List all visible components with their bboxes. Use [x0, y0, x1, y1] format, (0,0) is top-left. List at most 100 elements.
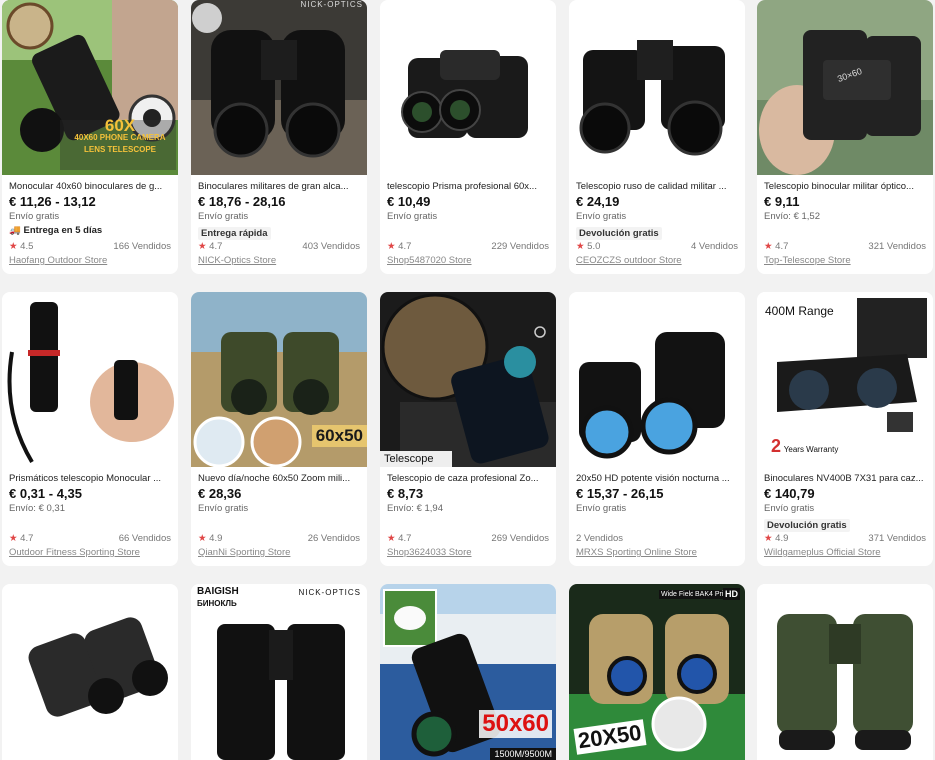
sold-count: 321 Vendidos [868, 241, 926, 252]
product-image[interactable]: Telescope [380, 292, 556, 467]
product-title[interactable]: Telescopio de caza profesional Zo... [387, 472, 549, 485]
store-link[interactable]: Haofang Outdoor Store [9, 255, 171, 266]
image-caption: Telescope [384, 453, 434, 465]
store-link[interactable]: NICK-Optics Store [198, 255, 360, 266]
product-title[interactable]: Telescopio binocular militar óptico... [764, 180, 926, 193]
image-caption: 1500M/9500M [490, 748, 556, 760]
star-icon: ★ [9, 241, 18, 252]
product-card[interactable]: BAIGISH БИНОКЛЬ NICK-OPTICS [191, 584, 367, 760]
product-title[interactable]: Binoculares NV400B 7X31 para caz... [764, 472, 926, 485]
store-link[interactable]: Top-Telescope Store [764, 255, 926, 266]
product-card[interactable] [757, 584, 933, 760]
sold-count: 26 Vendidos [307, 533, 360, 544]
product-image[interactable]: Wide Field BAK4 Prism HD 20X50 [569, 584, 745, 760]
product-image[interactable]: BAIGISH БИНОКЛЬ NICK-OPTICS [191, 584, 367, 760]
image-caption: 40X60 PHONE CAMERA [74, 133, 166, 142]
delivery-info: Entrega en 5 días [23, 225, 103, 236]
product-image[interactable]: 400M Range 2 Years Warranty [757, 292, 933, 467]
product-card[interactable]: 20x50 HD potente visión nocturna ... € 1… [569, 292, 745, 566]
product-title[interactable]: Prismáticos telescopio Monocular ... [9, 472, 171, 485]
product-image[interactable] [757, 584, 933, 760]
shipping-info: Envío: € 0,31 [9, 503, 65, 514]
store-link[interactable]: CEOZCZS outdoor Store [576, 255, 738, 266]
rating: 5.0 [587, 241, 601, 252]
return-badge: Devolución gratis [764, 519, 850, 532]
product-title[interactable]: Telescopio ruso de calidad militar ... [576, 180, 738, 193]
product-image[interactable]: 50x60 1500M/9500M [380, 584, 556, 760]
shipping-info: Envío gratis [576, 211, 627, 222]
image-caption: Years Warranty [783, 445, 839, 454]
product-title[interactable]: Binoculares militares de gran alca... [198, 180, 360, 193]
shipping-info: Envío gratis [764, 503, 815, 514]
image-caption: 50x60 [479, 710, 552, 738]
product-image[interactable] [2, 584, 178, 760]
star-icon: ★ [9, 533, 18, 544]
product-card[interactable]: 50x60 1500M/9500M [380, 584, 556, 760]
image-caption: 400M Range [765, 304, 834, 318]
shipping-info: Envío gratis [9, 211, 60, 222]
star-icon: ★ [387, 533, 396, 544]
rating: 4.7 [20, 533, 34, 544]
product-card[interactable]: NICK-OPTICS Binoculares militares de gra… [191, 0, 367, 274]
image-caption: BAIGISH [197, 586, 239, 597]
sold-count: 229 Vendidos [491, 241, 549, 252]
rating: 4.9 [775, 533, 789, 544]
store-link[interactable]: Shop3624033 Store [387, 547, 549, 558]
sold-count: 4 Vendidos [690, 241, 738, 252]
rating: 4.7 [398, 533, 412, 544]
star-icon: ★ [387, 241, 396, 252]
store-link[interactable]: QianNi Sporting Store [198, 547, 360, 558]
product-card[interactable]: 60X 40X60 PHONE CAMERA LENS TELESCOPE Mo… [2, 0, 178, 274]
product-grid: 60X 40X60 PHONE CAMERA LENS TELESCOPE Mo… [0, 0, 935, 760]
product-title[interactable]: 20x50 HD potente visión nocturna ... [576, 472, 738, 485]
product-image[interactable] [569, 0, 745, 175]
product-card[interactable]: 30×60 Telescopio binocular militar óptic… [757, 0, 933, 274]
product-card[interactable]: Telescopio ruso de calidad militar ... €… [569, 0, 745, 274]
image-caption: LENS TELESCOPE [83, 145, 156, 154]
delivery-badge: Entrega rápida [198, 227, 271, 240]
rating: 4.9 [209, 533, 223, 544]
product-title[interactable]: Nuevo día/noche 60x50 Zoom mili... [198, 472, 360, 485]
rating: 4.7 [209, 241, 223, 252]
truck-icon: 🚚 [9, 225, 21, 236]
rating: 4.7 [775, 241, 789, 252]
product-title[interactable]: telescopio Prisma profesional 60x... [387, 180, 549, 193]
product-image[interactable] [569, 292, 745, 467]
product-price: € 140,79 [764, 486, 815, 501]
product-price: € 8,73 [387, 486, 424, 501]
product-price: € 0,31 - 4,35 [9, 486, 82, 501]
store-link[interactable]: Wildgameplus Official Store [764, 547, 926, 558]
product-card[interactable]: Telescope Telescopio de caza profesional… [380, 292, 556, 566]
product-card[interactable]: Wide Field BAK4 Prism HD 20X50 [569, 584, 745, 760]
star-icon: ★ [576, 241, 585, 252]
product-image[interactable]: 60X 40X60 PHONE CAMERA LENS TELESCOPE [2, 0, 178, 175]
product-image[interactable]: NICK-OPTICS [191, 0, 367, 175]
sold-count: 371 Vendidos [868, 533, 926, 544]
shipping-info: Envío gratis [198, 211, 249, 222]
product-price: € 18,76 - 28,16 [198, 194, 286, 209]
product-price: € 28,36 [198, 486, 242, 501]
sold-count: 269 Vendidos [491, 533, 549, 544]
store-link[interactable]: Shop5487020 Store [387, 255, 549, 266]
product-card[interactable] [2, 584, 178, 760]
store-link[interactable]: MRXS Sporting Online Store [576, 547, 738, 558]
product-card[interactable]: 400M Range 2 Years Warranty Binoculares … [757, 292, 933, 566]
product-price: € 24,19 [576, 194, 620, 209]
shipping-info: Envío gratis [576, 503, 627, 514]
image-caption: NICK-OPTICS [300, 0, 363, 9]
product-title[interactable]: Monocular 40x60 binoculares de g... [9, 180, 171, 193]
product-card[interactable]: 60x50 Nuevo día/noche 60x50 Zoom mili...… [191, 292, 367, 566]
product-image[interactable] [380, 0, 556, 175]
store-link[interactable]: Outdoor Fitness Sporting Store [9, 547, 171, 558]
return-badge: Devolución gratis [576, 227, 662, 240]
product-price: € 10,49 [387, 194, 431, 209]
image-caption: 2 [771, 436, 782, 456]
product-image[interactable]: 60x50 [191, 292, 367, 467]
rating: 4.7 [398, 241, 412, 252]
shipping-info: Envío: € 1,52 [764, 211, 820, 222]
image-caption: HD [723, 588, 740, 600]
product-image[interactable] [2, 292, 178, 467]
product-image[interactable]: 30×60 [757, 0, 933, 175]
product-card[interactable]: Prismáticos telescopio Monocular ... € 0… [2, 292, 178, 566]
product-card[interactable]: telescopio Prisma profesional 60x... € 1… [380, 0, 556, 274]
